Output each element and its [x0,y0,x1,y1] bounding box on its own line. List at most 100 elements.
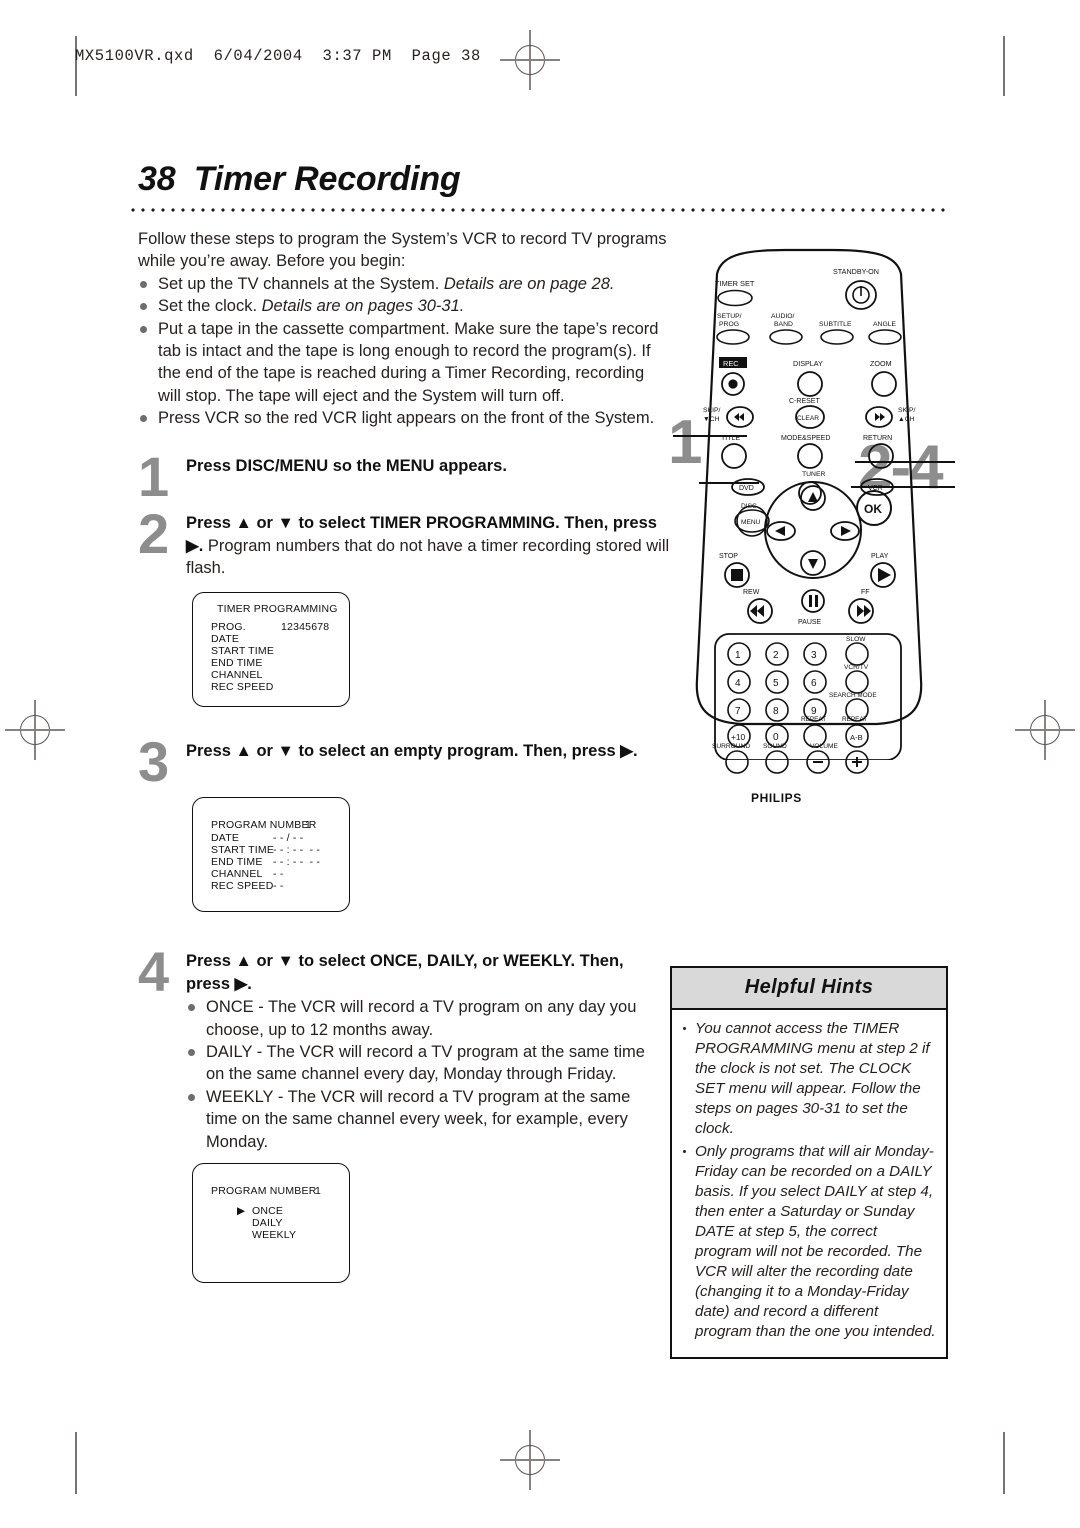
manual-page: MX5100VR.qxd 6/04/2004 3:37 PM Page 38 3… [0,0,1080,1528]
helpful-hints-heading: Helpful Hints [672,968,946,1010]
step-bold-text: Press DISC/MENU so the MENU appears. [186,457,507,475]
svg-text:REW: REW [743,589,760,596]
crop-mark-left [5,700,65,760]
svg-text:REPEAT: REPEAT [801,716,826,723]
list-item: You cannot access the TIMER PROGRAMMING … [680,1019,936,1140]
menu-row-label: START TIME [211,844,275,856]
svg-text:SURROUND: SURROUND [712,743,750,750]
svg-text:6: 6 [811,678,817,689]
step-text: Press ▲ or ▼ to select ONCE, DAILY, or W… [186,950,658,1153]
svg-text:OK: OK [864,502,882,516]
svg-text:2: 2 [773,650,779,661]
page-edge-rule-bottom-left [75,1432,77,1494]
menu-row-label: CHANNEL [211,669,263,681]
page-edge-rule-left [75,36,77,96]
menu-row-value: - - / - - [273,832,304,844]
menu-option-daily[interactable]: DAILY [252,1217,283,1229]
menu-row-value: 12345678 [281,621,330,633]
timer-programming-menu: TIMER PROGRAMMING PROG. 12345678 DATE ST… [192,592,350,707]
svg-text:8: 8 [773,706,779,717]
remote-bottom-controls: SURROUND SOUND VOLUME PHILIPS [655,740,985,810]
svg-text:TUNER: TUNER [802,471,826,478]
svg-text:ZOOM: ZOOM [870,359,892,368]
svg-text:RETURN: RETURN [863,435,892,442]
svg-text:3: 3 [811,650,817,661]
step-4: 4 Press ▲ or ▼ to select ONCE, DAILY, or… [138,940,658,1153]
intro-bullet-list: Set up the TV channels at the System. De… [138,273,668,430]
list-item: Only programs that will air Monday-Frida… [680,1142,936,1343]
svg-text:TITLE: TITLE [721,435,740,442]
svg-text:SEARCH MODE: SEARCH MODE [829,692,877,699]
remote-control-illustration: TIMER SET STANDBY-ON SETUP/ PROG AUDIO/ … [655,240,985,760]
svg-text:AUDIO/: AUDIO/ [771,313,795,320]
step-number: 3 [138,730,170,793]
intro-paragraph: Follow these steps to program the System… [138,230,667,271]
svg-text:MODE&SPEED: MODE&SPEED [781,435,830,442]
list-item: ONCE - The VCR will record a TV program … [186,996,658,1041]
menu-option-weekly[interactable]: WEEKLY [252,1229,296,1241]
svg-text:PAUSE: PAUSE [798,619,822,626]
menu-row-value: - - : - - - - [273,856,321,868]
step-number: 1 [138,445,170,508]
step-number: 2 [138,502,170,565]
menu-row-label: PROG. [211,621,246,633]
menu-row-value: 1 [305,819,312,831]
list-item: WEEKLY - The VCR will record a TV progra… [186,1086,658,1153]
bullet-italic: Details are on page 28. [443,274,615,293]
svg-text:DVD: DVD [739,485,754,492]
svg-text:▲CH: ▲CH [898,416,915,423]
page-edge-rule-right [1003,36,1005,96]
step-text: Press ▲ or ▼ to select TIMER PROGRAMMING… [186,512,670,580]
list-item: Set the clock. Details are on pages 30-3… [138,295,668,317]
menu-row-label: DATE [211,832,240,844]
menu-row-value: - - [273,880,284,892]
svg-text:VCR/TV: VCR/TV [844,664,869,671]
menu-option-once[interactable]: ONCE [252,1205,283,1217]
svg-text:SUBTITLE: SUBTITLE [819,321,852,328]
menu-row-label: END TIME [211,657,263,669]
step-bold-text: Press ▲ or ▼ to select an empty program.… [186,742,638,760]
svg-text:C-RESET: C-RESET [789,398,820,405]
intro-block: Follow these steps to program the System… [138,228,668,430]
svg-text:ANGLE: ANGLE [873,321,897,328]
menu-row-label: PROGRAM NUMBER [211,819,317,831]
svg-text:7: 7 [735,706,741,717]
step-1: 1 Press DISC/MENU so the MENU appears. [138,445,668,508]
crop-mark-bottom [500,1430,560,1490]
title-dotted-rule [128,207,950,213]
svg-text:PLAY: PLAY [871,553,889,560]
svg-text:STOP: STOP [719,553,738,560]
svg-text:PHILIPS: PHILIPS [751,791,802,805]
helpful-hints-body: You cannot access the TIMER PROGRAMMING … [672,1010,946,1357]
menu-row-label: CHANNEL [211,868,263,880]
step-number: 4 [138,940,170,1003]
list-item: Put a tape in the cassette compartment. … [138,318,668,408]
svg-text:SLOW: SLOW [846,636,866,643]
menu-title: TIMER PROGRAMMING [217,603,338,615]
svg-text:FF: FF [861,589,870,596]
svg-text:▼CH: ▼CH [703,416,720,423]
program-number-menu: PROGRAM NUMBER 1 DATE - - / - - START TI… [192,797,350,912]
svg-text:SETUP/: SETUP/ [717,313,742,320]
step-2: 2 Press ▲ or ▼ to select TIMER PROGRAMMI… [138,502,670,580]
svg-text:DISPLAY: DISPLAY [793,359,823,368]
svg-text:PROG: PROG [719,321,739,328]
list-item: Set up the TV channels at the System. De… [138,273,668,295]
list-item: DAILY - The VCR will record a TV program… [186,1041,658,1086]
svg-text:REC: REC [723,359,739,368]
svg-text:MENU: MENU [741,519,761,526]
step-text: Press DISC/MENU so the MENU appears. [186,455,507,499]
menu-row-label: END TIME [211,856,263,868]
svg-text:SKIP/: SKIP/ [703,407,720,414]
list-item: Press VCR so the red VCR light appears o… [138,407,668,429]
svg-text:BAND: BAND [774,321,793,328]
svg-text:STANDBY-ON: STANDBY-ON [833,267,879,276]
svg-text:VOLUME: VOLUME [810,743,838,750]
step-bold-text: Press ▲ or ▼ to select ONCE, DAILY, or W… [186,952,624,993]
svg-text:1: 1 [735,650,741,661]
menu-heading-value: 1 [315,1185,322,1197]
bullet-text: Set the clock. [158,297,262,316]
bullet-text: Set up the TV channels at the System. [158,274,444,293]
menu-row-value: - - [273,868,284,880]
menu-row-label: REC SPEED [211,880,274,892]
